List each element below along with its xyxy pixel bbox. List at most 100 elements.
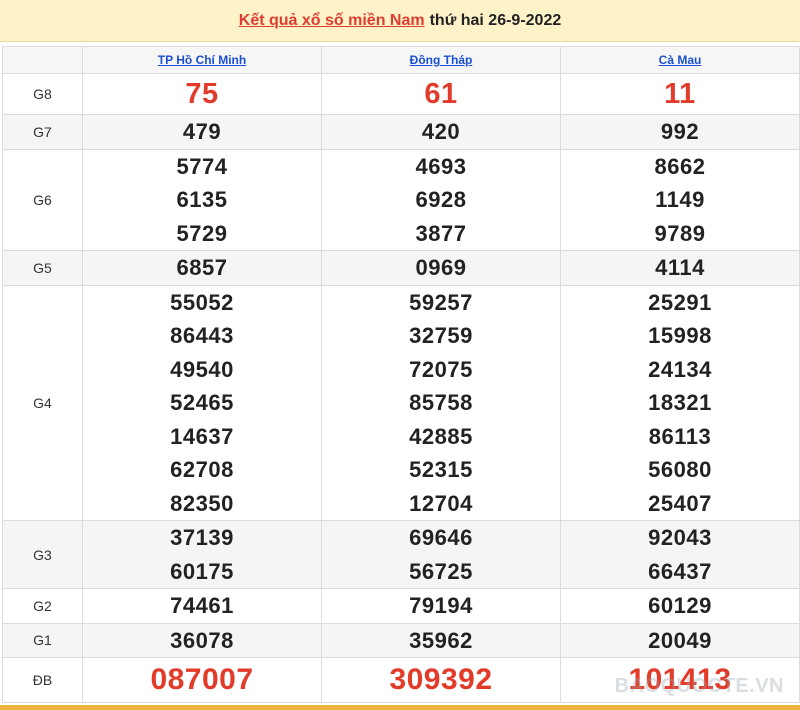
prize-number: 15998	[648, 323, 712, 348]
draw-date: thứ hai 26-9-2022	[429, 11, 562, 29]
prize-number: 85758	[409, 390, 473, 415]
prize-cell: 6857	[82, 250, 322, 286]
prize-number: 66437	[648, 558, 712, 584]
province-link-dong-thap[interactable]: Đồng Tháp	[410, 53, 473, 67]
prize-cell: 309392	[321, 657, 561, 703]
prize-label: G2	[2, 588, 83, 624]
prize-cell: 420	[321, 114, 561, 150]
prize-number: 79194	[409, 593, 473, 618]
prize-cell: 4114	[560, 250, 800, 286]
prize-number: 3877	[415, 220, 467, 246]
prize-label: G4	[2, 284, 83, 521]
prize-label: G1	[2, 622, 83, 658]
prize-cell: 55052 86443 49540 52465 14637 62708 82350	[82, 284, 322, 521]
province-header-row: TP Hồ Chí Minh Đồng Tháp Cà Mau	[2, 46, 800, 74]
prize-number: 74461	[170, 593, 234, 618]
prize-number: 8662	[654, 153, 706, 179]
prize-cell: 992	[560, 114, 800, 150]
prize-row-g6: G6 5774 6135 5729 4693 6928 3877 8662 1149 9789	[2, 148, 800, 251]
prize-number: 42885	[409, 423, 473, 449]
prize-number: 52465	[170, 390, 234, 415]
prize-number: 5774	[176, 153, 228, 179]
province-link-hcm[interactable]: TP Hồ Chí Minh	[158, 53, 246, 67]
prize-number: 6135	[176, 187, 228, 212]
prize-number: 20049	[648, 627, 712, 653]
prize-row-g4: G4 55052 86443 49540 52465 14637 62708 82350 592…	[2, 284, 800, 521]
prize-cell: 8662 1149 9789	[560, 148, 800, 251]
prize-number: 9789	[654, 220, 706, 246]
prize-number: 69646	[409, 525, 473, 550]
prize-number: 60129	[648, 593, 712, 618]
prize-number: 4693	[415, 153, 467, 179]
prize-row-g1: G1 36078 35962 20049	[2, 622, 800, 658]
prize-label: ĐB	[2, 657, 83, 703]
prize-cell: 60129	[560, 588, 800, 624]
prize-cell: 35962	[321, 622, 561, 658]
prize-row-g8: G8 75 61 11	[2, 73, 800, 115]
prize-number: 12704	[409, 490, 473, 516]
prize-number: 479	[182, 119, 222, 144]
prize-label: G6	[2, 148, 83, 251]
prize-cell: 4693 6928 3877	[321, 148, 561, 251]
watermark: BAOQUOCTE.VN	[614, 675, 784, 697]
prize-label: G5	[2, 250, 83, 286]
prize-cell: 69646 56725	[321, 520, 561, 589]
prize-number: 49540	[170, 356, 234, 382]
prize-number: 75	[185, 78, 219, 110]
prize-number: 1149	[655, 187, 705, 212]
prize-number: 82350	[170, 490, 234, 516]
prize-number: 62708	[170, 457, 234, 482]
prize-cell: 36078	[82, 622, 322, 658]
province-header: TP Hồ Chí Minh	[82, 46, 322, 74]
prize-number: 992	[660, 119, 700, 144]
prize-number: 37139	[170, 525, 234, 550]
prize-number: 309392	[389, 663, 493, 696]
prize-cell: 479	[82, 114, 322, 150]
province-link-ca-mau[interactable]: Cà Mau	[659, 53, 702, 67]
prize-number: 86443	[170, 323, 234, 348]
prize-cell: 0969	[321, 250, 561, 286]
province-header: Đồng Tháp	[321, 46, 561, 74]
prize-number: 56725	[409, 558, 473, 584]
prize-number: 5729	[176, 220, 228, 246]
prize-number: 4114	[655, 255, 705, 280]
prize-number: 25291	[648, 289, 712, 315]
prize-number: 52315	[409, 457, 473, 482]
prize-number: 25407	[648, 490, 712, 516]
prize-cell: 74461	[82, 588, 322, 624]
prize-cell: 087007	[82, 657, 322, 703]
title-link[interactable]: Kết quả xổ số miền Nam	[239, 12, 425, 30]
prize-number: 92043	[648, 525, 712, 550]
prize-number: 55052	[170, 289, 234, 315]
prize-row-g3: G3 37139 60175 69646 56725 92043 66437	[2, 520, 800, 589]
prize-cell: 92043 66437	[560, 520, 800, 589]
prize-row-g2: G2 74461 79194 60129	[2, 588, 800, 624]
prize-cell: 61	[321, 73, 561, 115]
prize-number: 59257	[409, 289, 473, 315]
prize-number: 35962	[409, 627, 473, 653]
prize-row-g7: G7 479 420 992	[2, 114, 800, 150]
empty-corner-cell	[2, 46, 83, 74]
prize-number: 0969	[415, 255, 467, 280]
prize-cell: 11	[560, 73, 800, 115]
prize-number: 6928	[415, 187, 467, 212]
prize-cell: 5774 6135 5729	[82, 148, 322, 251]
prize-number: 61	[424, 78, 458, 110]
prize-cell: 59257 32759 72075 85758 42885 52315 12704	[321, 284, 561, 521]
prize-number: 6857	[176, 255, 228, 280]
bottom-bar	[0, 705, 800, 710]
prize-number: 72075	[409, 356, 473, 382]
prize-number: 56080	[648, 457, 712, 482]
prize-number: 32759	[409, 323, 473, 348]
prize-row-g5: G5 6857 0969 4114	[2, 250, 800, 286]
prize-cell: 79194	[321, 588, 561, 624]
prize-number: 24134	[648, 356, 712, 382]
prize-number: 087007	[150, 663, 254, 696]
prize-cell: 25291 15998 24134 18321 86113 56080 25407	[560, 284, 800, 521]
prize-number: 18321	[648, 390, 712, 415]
prize-label: G7	[2, 114, 83, 150]
prize-cell: 75	[82, 73, 322, 115]
prize-number: 14637	[170, 423, 234, 449]
prize-number: 420	[421, 119, 461, 144]
prize-number: 36078	[170, 627, 234, 653]
